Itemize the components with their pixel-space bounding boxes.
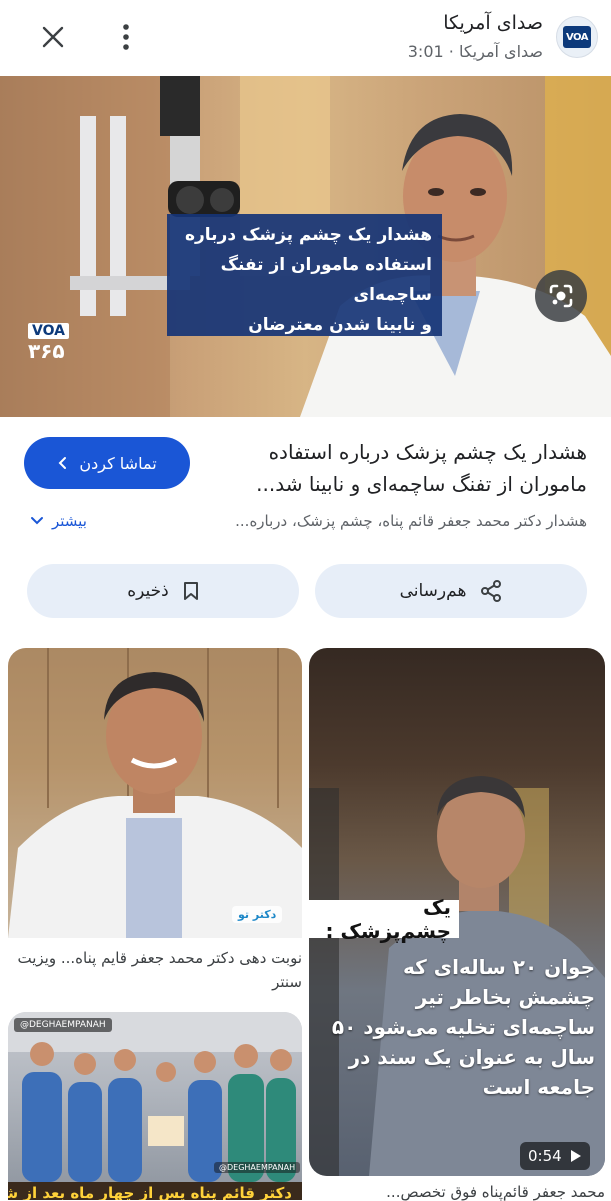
source-subtitle: صدای آمریکا · 3:01	[407, 42, 543, 61]
result-title[interactable]: هشدار یک چشم پزشک درباره استفاده ماموران…	[227, 436, 587, 500]
lens-icon	[549, 284, 573, 308]
card-overlay-text: جوان ۲۰ ساله‌ای که چشمش بخاطر تیر ساچمه‌…	[331, 955, 595, 1099]
chevron-left-icon	[58, 457, 67, 469]
doctab-watermark: دکتر تو	[232, 906, 283, 923]
share-button[interactable]: هم‌رسانی	[315, 564, 587, 618]
result-card-caption[interactable]: نوبت دهی دکتر محمد جعفر قایم پناه... ویز…	[6, 946, 303, 994]
voa-logo[interactable]: VOA	[556, 16, 598, 58]
source-title: صدای آمریکا	[443, 12, 543, 34]
card-handle-tag: @DEGHAEMPANAH	[214, 1162, 301, 1173]
card-handle-tag: @DEGHAEMPANAH	[14, 1018, 112, 1032]
more-vert-icon	[123, 24, 129, 50]
voa365-badge: VOA ۳۶۵	[28, 320, 69, 363]
result-card-image[interactable]	[8, 648, 302, 938]
watch-button[interactable]: تماشا کردن	[24, 437, 190, 489]
bookmark-icon	[183, 582, 198, 600]
save-button[interactable]: ذخیره	[27, 564, 299, 618]
watch-label: تماشا کردن	[79, 453, 157, 473]
hero-caption: هشدار یک چشم پزشک درباره استفاده ماموران…	[167, 214, 442, 336]
result-card-caption[interactable]: محمد جعفر قائم‌پناه فوق تخصص...	[309, 1183, 605, 1201]
hero-caption-line: هشدار یک چشم پزشک درباره	[184, 225, 432, 245]
card-banner-text: دکتر قائم پناه پس از چهار ماه بعد از شرک…	[8, 1182, 302, 1200]
hero-caption-line: استفاده ماموران از تفنگ ساچمه‌ای	[220, 255, 432, 305]
doctor-portrait	[8, 648, 302, 938]
voa-logo-text: VOA	[563, 26, 591, 48]
duration-label: 0:54	[528, 1147, 562, 1165]
hero-caption-line: و نابینا شدن معترضان	[248, 315, 432, 335]
share-icon	[481, 580, 502, 602]
play-icon	[570, 1150, 581, 1162]
chevron-down-icon	[31, 517, 43, 525]
result-snippet: هشدار دکتر محمد جعفر قائم پناه، چشم پزشک…	[235, 512, 587, 530]
save-label: ذخیره	[127, 581, 169, 601]
close-button[interactable]	[30, 18, 76, 56]
more-button[interactable]: بیشتر	[30, 512, 87, 530]
video-duration: 0:54	[520, 1142, 590, 1170]
google-lens-button[interactable]	[535, 270, 587, 322]
share-label: هم‌رسانی	[399, 581, 467, 601]
more-label: بیشتر	[52, 512, 87, 530]
close-icon	[42, 26, 64, 48]
more-options-button[interactable]	[108, 18, 144, 56]
card-label: یک چشم‌پزشک :	[309, 895, 459, 943]
